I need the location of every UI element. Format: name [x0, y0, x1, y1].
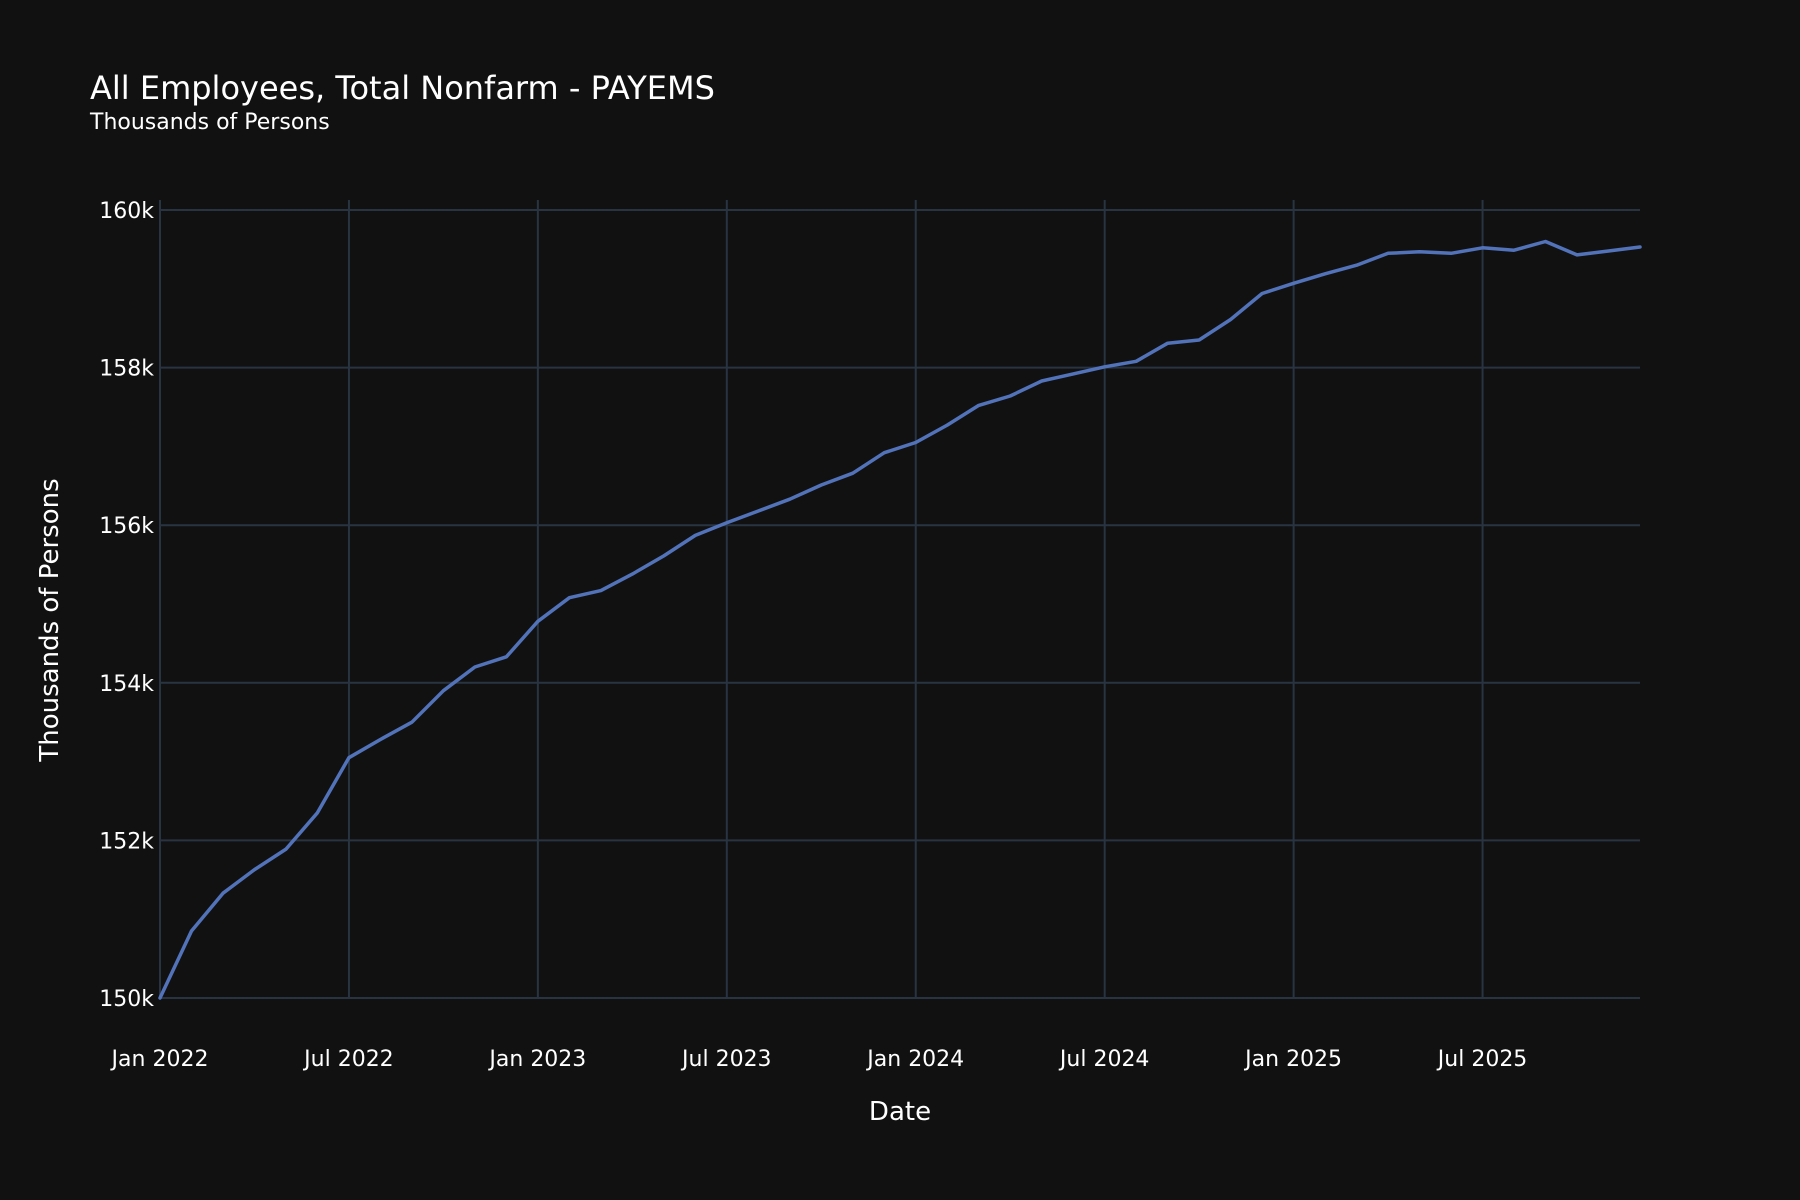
y-tick-label: 150k	[99, 987, 154, 1012]
x-tick-label: Jul 2022	[302, 1047, 394, 1072]
x-tick-label: Jan 2022	[110, 1047, 209, 1072]
x-tick-label: Jul 2024	[1058, 1047, 1150, 1072]
y-tick-label: 158k	[99, 357, 154, 382]
line-chart: All Employees, Total Nonfarm - PAYEMS Th…	[0, 0, 1800, 1200]
x-tick-label: Jan 2024	[865, 1047, 964, 1072]
x-axis-title: Date	[869, 1097, 931, 1127]
y-tick-label: 154k	[99, 672, 154, 697]
chart-background	[0, 0, 1800, 1200]
chart-title: All Employees, Total Nonfarm - PAYEMS	[90, 69, 715, 107]
x-tick-label: Jul 2025	[1436, 1047, 1528, 1072]
x-tick-label: Jan 2023	[487, 1047, 586, 1072]
chart-subtitle: Thousands of Persons	[89, 110, 330, 135]
y-tick-label: 156k	[99, 514, 154, 539]
x-tick-label: Jul 2023	[680, 1047, 772, 1072]
y-tick-label: 160k	[99, 199, 154, 224]
x-tick-label: Jan 2025	[1243, 1047, 1342, 1072]
y-tick-label: 152k	[99, 829, 154, 854]
y-axis-title: Thousands of Persons	[35, 478, 65, 762]
